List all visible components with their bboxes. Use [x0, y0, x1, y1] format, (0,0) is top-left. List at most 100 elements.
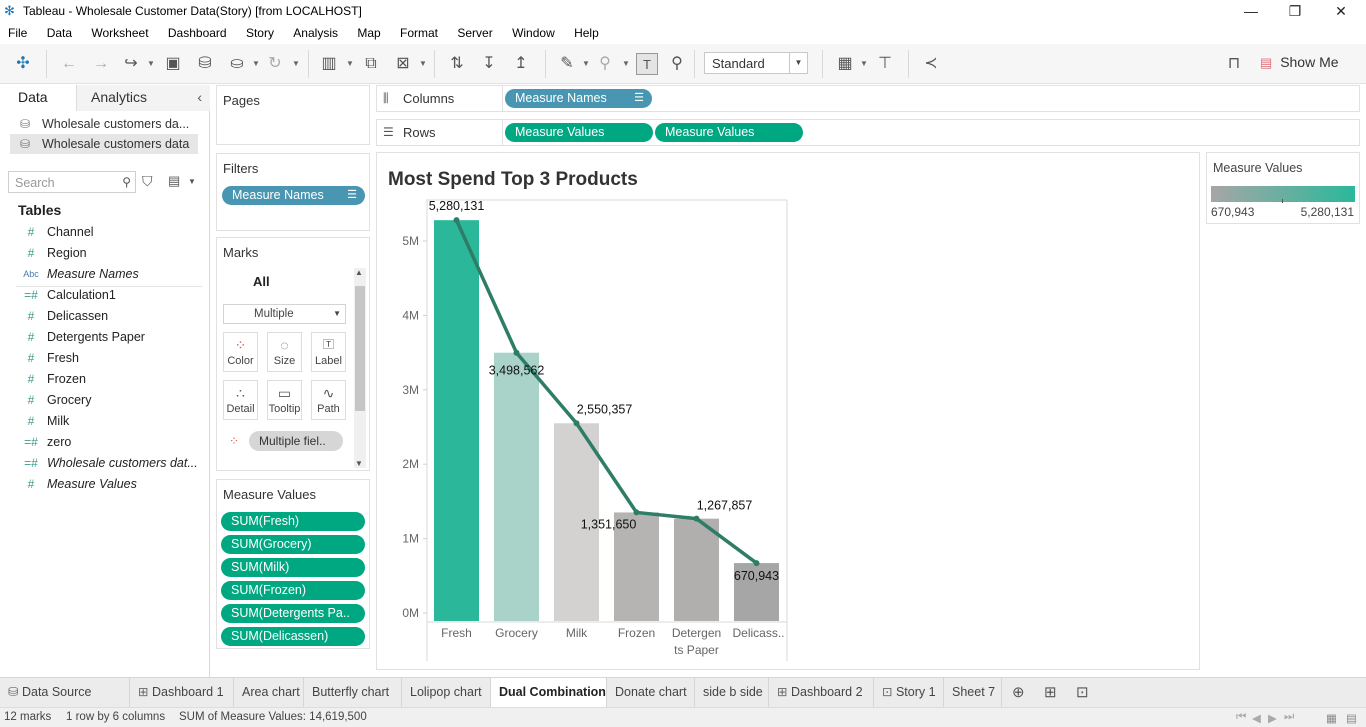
filter-icon[interactable]: ⛉ [142, 173, 153, 190]
replay-icon[interactable]: ↪ [120, 53, 142, 75]
color-legend[interactable]: Measure Values 670,943 5,280,131 [1206, 152, 1360, 224]
group-members-icon[interactable]: ⚲ [594, 53, 616, 75]
field-item[interactable]: # Region [16, 243, 202, 264]
new-dashboard-icon[interactable]: ⊞ [1044, 683, 1057, 701]
marks-size-button[interactable]: ◌ Size [267, 332, 302, 372]
new-datasource-icon[interactable]: ⛁ [194, 53, 216, 75]
field-item[interactable]: # Channel [16, 222, 202, 243]
view-canvas[interactable]: Most Spend Top 3 Products 0M 1M 2M 3M 4M 5M 5… [376, 152, 1200, 670]
new-worksheet-icon[interactable]: ▥ [318, 53, 340, 75]
tab-data[interactable]: Data [0, 85, 76, 111]
measure-value-pill[interactable]: SUM(Grocery) [221, 535, 365, 554]
collapse-chevron-icon[interactable]: ‹ [197, 85, 202, 109]
marks-path-button[interactable]: ∿ Path [311, 380, 346, 420]
redo-icon[interactable]: → [90, 53, 112, 75]
rows-pill-measure-values[interactable]: Measure Values [505, 123, 653, 142]
menu-file[interactable]: File [8, 23, 27, 40]
list-view-icon[interactable]: ▤ [1346, 711, 1357, 725]
pause-updates-icon[interactable]: ⛀ [226, 53, 248, 75]
filter-pill-measure-names[interactable]: Measure Names ☰ [222, 186, 365, 205]
field-item[interactable]: =# Calculation1 [16, 285, 202, 306]
chevron-down-icon[interactable]: ▼ [789, 53, 807, 73]
new-worksheet-dropdown-icon[interactable]: ▼ [346, 54, 354, 74]
marks-multiple-fields-pill[interactable]: Multiple fiel.. [249, 431, 343, 451]
menu-story[interactable]: Story [246, 23, 274, 40]
pause-dropdown-icon[interactable]: ▼ [252, 54, 260, 74]
tab-analytics[interactable]: Analytics ‹ [76, 85, 210, 111]
tab-lolipop-chart[interactable]: Lolipop chart [402, 678, 491, 707]
menu-worksheet[interactable]: Worksheet [91, 23, 148, 40]
view-dropdown-icon[interactable]: ▼ [188, 177, 196, 186]
new-worksheet-icon[interactable]: ⊕ [1012, 683, 1025, 701]
show-mark-labels-icon[interactable]: T [636, 53, 658, 75]
columns-shelf[interactable]: ⫼ Columns Measure Names ☰ [376, 85, 1360, 112]
chart-svg[interactable]: Most Spend Top 3 Products 0M 1M 2M 3M 4M 5M 5… [377, 153, 1199, 669]
menu-server[interactable]: Server [457, 23, 492, 40]
field-item[interactable]: # Measure Values [16, 474, 202, 495]
search-input[interactable]: Search ⚲ [8, 171, 136, 193]
scrollbar-thumb[interactable] [355, 286, 365, 411]
show-cards-dropdown-icon[interactable]: ▼ [860, 54, 868, 74]
measure-value-pill[interactable]: SUM(Delicassen) [221, 627, 365, 646]
field-item[interactable]: # Grocery [16, 390, 202, 411]
marks-color-button[interactable]: ⁘ Color [223, 332, 258, 372]
restore-button[interactable]: ❐ [1272, 0, 1318, 23]
refresh-dropdown-icon[interactable]: ▼ [292, 54, 300, 74]
tab-donate-chart[interactable]: Donate chart [607, 678, 695, 707]
mark-type-select[interactable]: Multiple ▼ [223, 304, 346, 324]
show-me-button[interactable]: ▤ Show Me [1260, 54, 1339, 74]
replay-dropdown-icon[interactable]: ▼ [147, 54, 155, 74]
field-item[interactable]: # Delicassen [16, 306, 202, 327]
measure-value-pill[interactable]: SUM(Milk) [221, 558, 365, 577]
field-item[interactable]: # Fresh [16, 348, 202, 369]
measure-value-pill[interactable]: SUM(Detergents Pa.. [221, 604, 365, 623]
duplicate-sheet-icon[interactable]: ⧉ [360, 53, 382, 75]
sort-descending-icon[interactable]: ↥ [510, 53, 532, 75]
measure-value-pill[interactable]: SUM(Frozen) [221, 581, 365, 600]
tab-dashboard-2[interactable]: ⊞ Dashboard 2 [769, 678, 874, 707]
minimize-button[interactable]: — [1228, 0, 1274, 23]
menu-help[interactable]: Help [574, 23, 599, 40]
tab-dual-combination[interactable]: Dual Combination [491, 678, 607, 707]
refresh-icon[interactable]: ↻ [264, 53, 286, 75]
next-page-icon[interactable]: ▶ [1268, 711, 1277, 725]
fix-axes-icon[interactable]: ⚲ [666, 53, 688, 75]
rows-shelf[interactable]: ☰ Rows Measure Values Measure Values [376, 119, 1360, 146]
highlight-dropdown-icon[interactable]: ▼ [582, 54, 590, 74]
marks-detail-button[interactable]: ∴ Detail [223, 380, 258, 420]
prev-page-icon[interactable]: ◀ [1252, 711, 1261, 725]
new-story-icon[interactable]: ⊡ [1076, 683, 1089, 701]
tab-area-chart[interactable]: Area chart [234, 678, 304, 707]
share-icon[interactable]: ≺ [920, 53, 942, 75]
columns-pill-measure-names[interactable]: Measure Names ☰ [505, 89, 652, 108]
tab-story-1[interactable]: ⊡ Story 1 [874, 678, 944, 707]
marks-label-button[interactable]: 🅃 Label [311, 332, 346, 372]
datasource-item-selected[interactable]: ⛁ Wholesale customers data [10, 134, 198, 154]
scroll-down-icon[interactable]: ▼ [355, 459, 363, 468]
tableau-home-icon[interactable]: ✣ [12, 53, 34, 75]
menu-format[interactable]: Format [400, 23, 438, 40]
swap-rows-columns-icon[interactable]: ⇅ [446, 53, 468, 75]
sort-ascending-icon[interactable]: ↧ [478, 53, 500, 75]
marks-all-tab[interactable]: All [253, 274, 270, 289]
save-icon[interactable]: ▣ [162, 53, 184, 75]
close-button[interactable]: ✕ [1318, 0, 1364, 23]
group-dropdown-icon[interactable]: ▼ [622, 54, 630, 74]
field-item[interactable]: =# Wholesale customers dat... [16, 453, 202, 474]
clear-dropdown-icon[interactable]: ▼ [419, 54, 427, 74]
scroll-up-icon[interactable]: ▲ [355, 268, 363, 277]
grid-view-icon[interactable]: ▦ [1326, 711, 1337, 725]
tab-sheet-7[interactable]: Sheet 7 [944, 678, 1002, 707]
last-page-icon[interactable]: ⏭ [1284, 711, 1294, 724]
pages-card[interactable]: Pages [216, 85, 370, 145]
presentation-mode-icon[interactable]: ⊤ [874, 53, 896, 75]
highlight-icon[interactable]: ✎ [556, 53, 578, 75]
tab-butterfly-chart[interactable]: Butterfly chart [304, 678, 402, 707]
first-page-icon[interactable]: ⏮ [1236, 711, 1246, 724]
field-item[interactable]: # Milk [16, 411, 202, 432]
menu-dashboard[interactable]: Dashboard [168, 23, 227, 40]
menu-analysis[interactable]: Analysis [293, 23, 338, 40]
show-cards-icon[interactable]: ▦ [834, 53, 856, 75]
fit-select[interactable]: Standard ▼ [704, 52, 808, 74]
marks-tooltip-button[interactable]: ▭ Tooltip [267, 380, 302, 420]
